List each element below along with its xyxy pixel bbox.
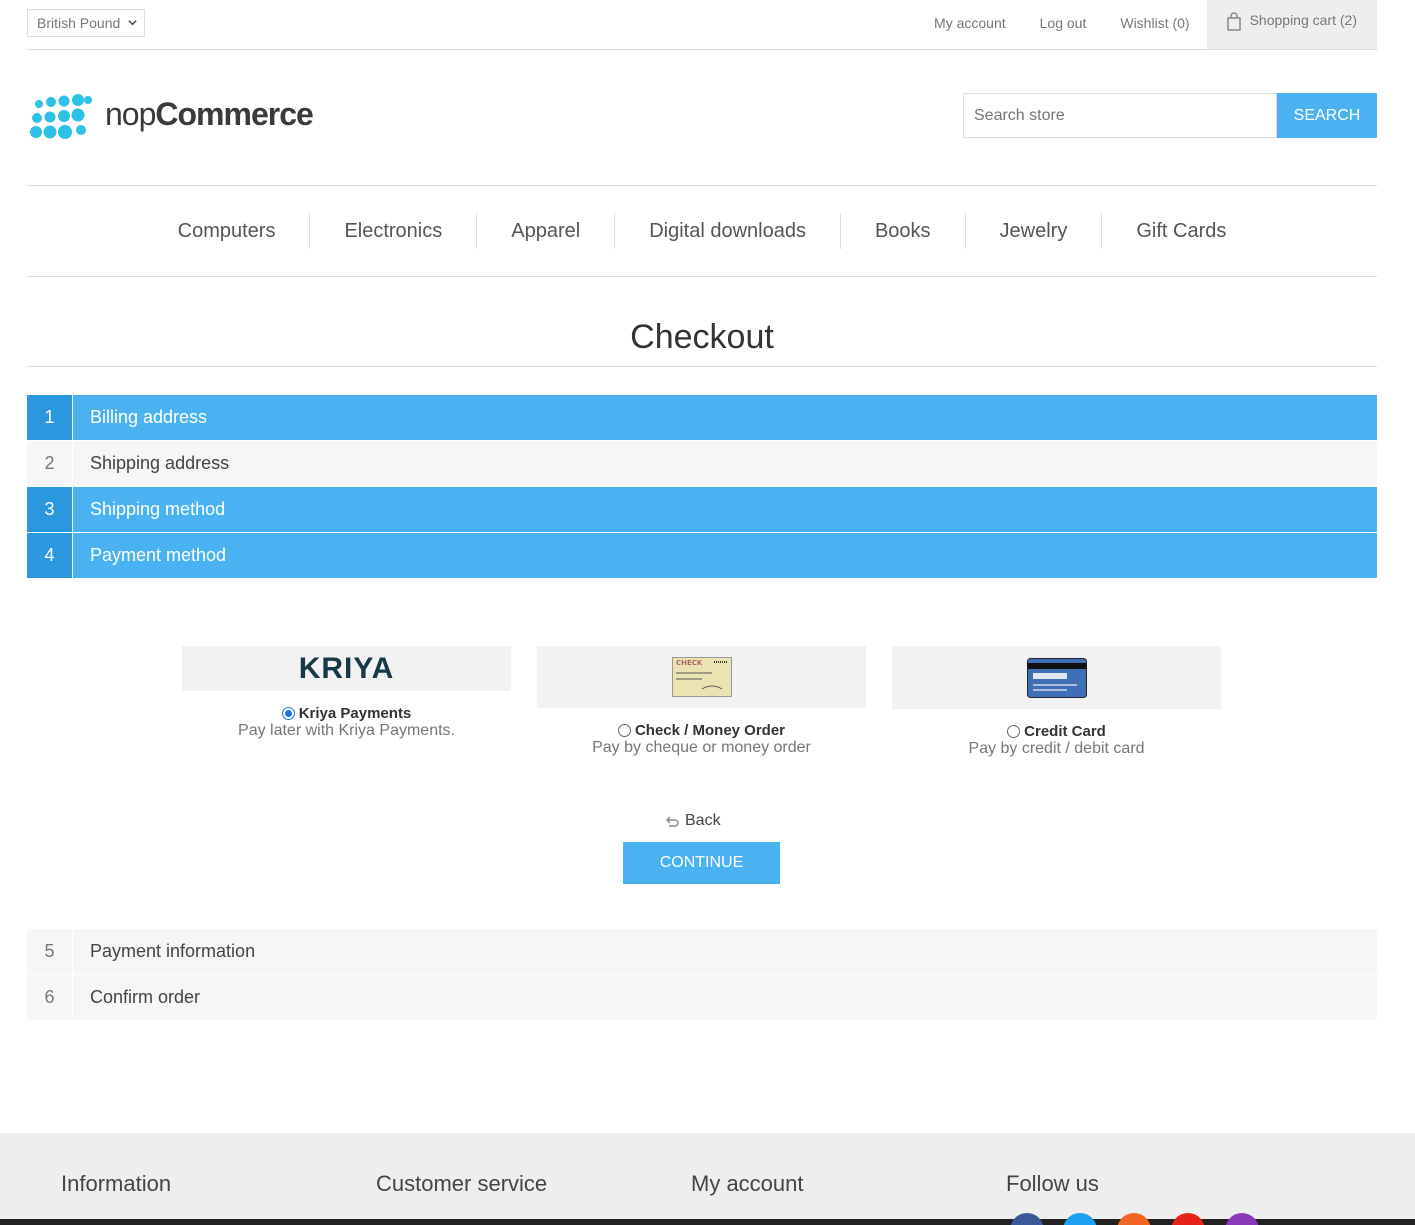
step-number: 3 <box>27 487 73 532</box>
step-shipping-method[interactable]: 3 Shipping method <box>27 487 1377 532</box>
twitter-icon[interactable] <box>1063 1213 1097 1225</box>
logo-dots-icon <box>30 94 92 139</box>
facebook-icon[interactable] <box>1010 1213 1044 1225</box>
back-link[interactable]: Back <box>665 812 721 830</box>
menu-item-electronics[interactable]: Electronics <box>310 213 478 249</box>
logo-text: nopCommerce <box>105 96 314 133</box>
payment-method-description: Pay later with Kriya Payments. <box>238 722 455 739</box>
step-number: 5 <box>27 929 73 974</box>
footer-heading-my-account: My account <box>691 1171 804 1196</box>
payment-method-name: Kriya Payments <box>298 705 412 722</box>
top-menu: Computers Electronics Apparel Digital do… <box>27 185 1377 277</box>
step-label: Billing address <box>90 407 208 427</box>
page-title: Checkout <box>27 300 1377 367</box>
continue-button[interactable]: CONTINUE <box>623 842 780 884</box>
shopping-cart-label: Shopping cart (2) <box>1249 12 1357 28</box>
logo-suffix: Commerce <box>155 96 313 132</box>
check-radio[interactable] <box>617 724 631 737</box>
menu-item-digital-downloads[interactable]: Digital downloads <box>615 213 841 249</box>
search-form: SEARCH <box>963 93 1377 138</box>
menu-item-jewelry[interactable]: Jewelry <box>966 213 1103 249</box>
check-icon: CHECK <box>671 657 732 697</box>
chevron-down-icon <box>128 20 137 26</box>
kriya-logo-text: KRIYA <box>298 651 395 685</box>
step-label: Shipping method <box>90 499 226 519</box>
header-links-bar: British Pound My account Log out Wishlis… <box>27 0 1377 50</box>
step-number: 1 <box>27 395 73 440</box>
search-input[interactable] <box>963 93 1277 138</box>
step-label: Payment method <box>90 545 227 565</box>
currency-value: British Pound <box>37 15 121 31</box>
shopping-bag-icon <box>1226 12 1241 31</box>
step-number: 6 <box>27 975 73 1020</box>
payment-method-name-row: Check / Money Order <box>537 722 866 739</box>
menu-item-apparel[interactable]: Apparel <box>477 213 616 249</box>
step-label: Payment information <box>90 941 256 961</box>
kriya-logo: KRIYA <box>182 646 511 691</box>
payment-method-description: Pay by credit / debit card <box>968 740 1145 757</box>
search-button[interactable]: SEARCH <box>1277 93 1377 138</box>
currency-selector[interactable]: British Pound <box>27 9 145 37</box>
my-account-link[interactable]: My account <box>917 0 1023 49</box>
payment-method-name-row: Kriya Payments <box>182 705 511 722</box>
back-arrow-icon <box>666 816 679 827</box>
store-logo[interactable]: nopCommerce <box>29 92 314 144</box>
menu-item-books[interactable]: Books <box>841 213 966 249</box>
payment-method-description: Pay by cheque or money order <box>592 739 811 756</box>
youtube-icon[interactable] <box>1171 1213 1205 1225</box>
step-payment-information: 5 Payment information <box>27 929 1377 974</box>
payment-method-name-row: Credit Card <box>892 723 1221 740</box>
footer-heading-customer-service: Customer service <box>376 1171 548 1196</box>
footer-heading-information: Information <box>61 1171 172 1196</box>
credit-card-icon <box>1026 657 1087 698</box>
payment-method-check[interactable]: CHECK Check / Money Order Pay by cheque … <box>537 646 866 757</box>
step-number: 2 <box>27 441 73 486</box>
step-billing-address[interactable]: 1 Billing address <box>27 395 1377 440</box>
step-label: Shipping address <box>90 453 230 473</box>
step-shipping-address: 2 Shipping address <box>27 441 1377 486</box>
logo-prefix: nop <box>105 96 156 132</box>
wishlist-link[interactable]: Wishlist (0) <box>1103 0 1206 49</box>
menu-item-computers[interactable]: Computers <box>144 213 311 249</box>
credit-card-image <box>892 646 1221 709</box>
kriya-radio[interactable] <box>281 707 295 720</box>
payment-method-kriya[interactable]: KRIYA Kriya Payments Pay later with Kriy… <box>182 646 511 740</box>
instagram-icon[interactable] <box>1225 1213 1259 1225</box>
shopping-cart-link[interactable]: Shopping cart (2) <box>1206 0 1377 49</box>
check-image-label: CHECK <box>676 659 703 667</box>
step-number: 4 <box>27 533 73 578</box>
footer: Information Customer service My account … <box>0 1133 1415 1225</box>
footer-heading-follow-us: Follow us <box>1006 1171 1099 1196</box>
rss-icon[interactable] <box>1117 1213 1151 1225</box>
back-label: Back <box>685 812 721 829</box>
payment-method-name: Credit Card <box>1024 723 1106 740</box>
check-image: CHECK <box>537 646 866 708</box>
log-out-link[interactable]: Log out <box>1023 0 1104 49</box>
step-label: Confirm order <box>90 987 201 1007</box>
header-links: My account Log out Wishlist (0) Shopping… <box>917 0 1377 49</box>
payment-method-credit-card[interactable]: Credit Card Pay by credit / debit card <box>892 646 1221 758</box>
payment-method-name: Check / Money Order <box>634 722 786 739</box>
step-confirm-order: 6 Confirm order <box>27 975 1377 1020</box>
menu-item-gift-cards[interactable]: Gift Cards <box>1102 213 1260 249</box>
step-payment-method[interactable]: 4 Payment method <box>27 533 1377 578</box>
credit-card-radio[interactable] <box>1007 725 1021 738</box>
